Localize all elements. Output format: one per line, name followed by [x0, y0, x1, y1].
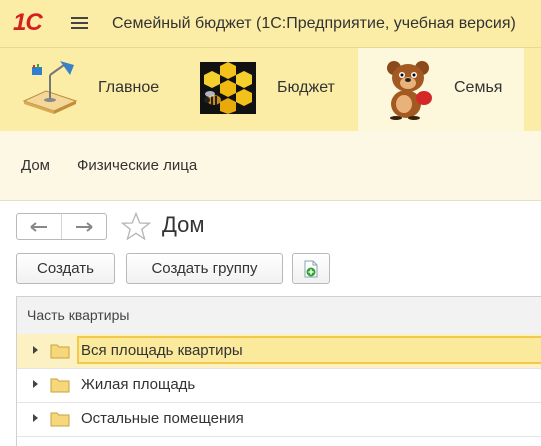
page-title: Дом	[162, 212, 205, 237]
copy-document-icon	[304, 260, 318, 277]
arrow-left-icon	[30, 221, 47, 232]
row-name: Остальные помещения	[81, 410, 244, 427]
section-family-label: Семья	[454, 79, 503, 96]
hierarchy-table: Часть квартиры Вся площадь квартиры Жила…	[16, 296, 541, 446]
nav-home[interactable]: Дом	[21, 157, 50, 174]
sections-panel: Главное Бюджет Семья	[0, 48, 541, 132]
history-navigation	[16, 213, 107, 240]
forward-button[interactable]	[61, 214, 106, 239]
section-family[interactable]: Семья	[358, 48, 524, 131]
main-menu-icon[interactable]	[71, 17, 88, 30]
table-header: Часть квартиры	[17, 297, 541, 335]
section-budget-label: Бюджет	[277, 79, 335, 96]
expand-icon[interactable]	[33, 346, 38, 354]
app-title: Семейный бюджет (1С:Предприятие, учебная…	[112, 15, 516, 32]
folder-icon	[50, 344, 70, 359]
expand-icon[interactable]	[33, 380, 38, 388]
table-row[interactable]: Жилая площадь	[17, 368, 541, 403]
nav-individuals[interactable]: Физические лица	[77, 157, 197, 174]
copy-button[interactable]	[292, 253, 330, 284]
section-main-label: Главное	[98, 79, 160, 96]
expand-icon[interactable]	[33, 414, 38, 422]
back-button[interactable]	[17, 214, 61, 239]
folder-icon	[50, 378, 70, 393]
bee-honeycomb-icon	[200, 62, 256, 114]
table-row[interactable]: Вся площадь квартиры	[17, 334, 541, 369]
create-group-button[interactable]: Создать группу	[126, 253, 283, 284]
section-navigation: Дом Физические лица	[0, 131, 541, 201]
table-row[interactable]: Остальные помещения	[17, 402, 541, 437]
arrow-right-icon	[76, 221, 93, 232]
column-header: Часть квартиры	[27, 307, 130, 323]
row-name: Вся площадь квартиры	[81, 342, 243, 359]
bear-icon	[387, 61, 432, 120]
section-budget[interactable]: Бюджет	[180, 48, 358, 131]
section-main[interactable]: Главное	[0, 48, 180, 131]
title-bar: 1С Семейный бюджет (1С:Предприятие, учеб…	[0, 0, 541, 48]
app-logo: 1С	[13, 9, 43, 36]
folder-icon	[50, 412, 70, 427]
desk-lamp-icon	[22, 61, 78, 114]
row-name: Жилая площадь	[81, 376, 196, 393]
favorite-star-icon[interactable]	[121, 212, 151, 241]
create-button[interactable]: Создать	[16, 253, 115, 284]
